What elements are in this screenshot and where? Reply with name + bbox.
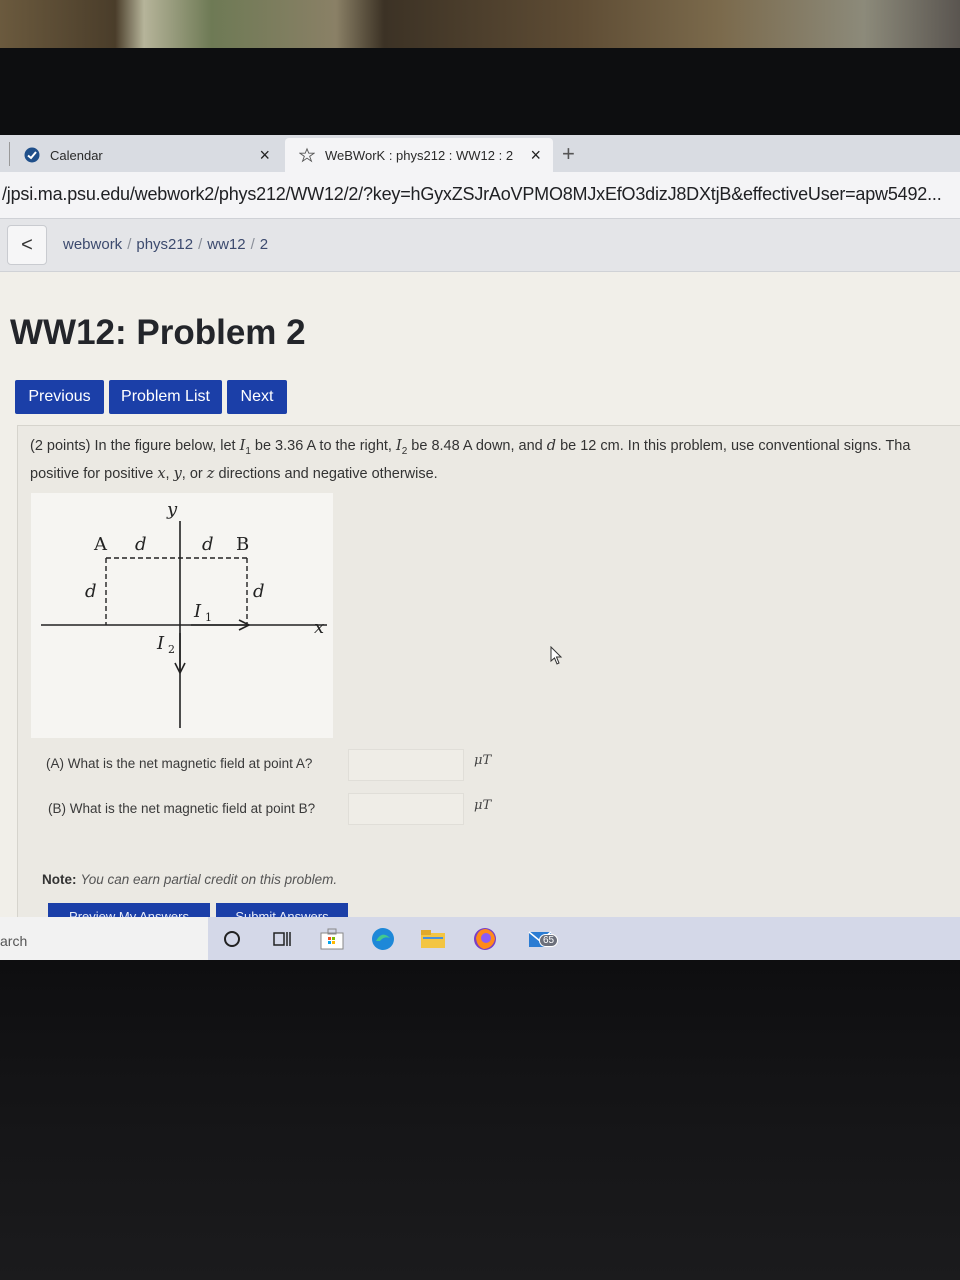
page-title: WW12: Problem 2 [10,313,306,352]
point-a-label: A [93,534,108,555]
store-icon[interactable] [319,926,345,952]
breadcrumb-item-webwork[interactable]: webwork [63,236,122,253]
laptop-bezel [0,48,960,135]
breadcrumb-item-phys212[interactable]: phys212 [136,236,193,253]
answer-b-input[interactable] [348,793,464,825]
next-button[interactable]: Next [227,380,287,414]
y-axis-label: y [166,499,178,520]
i2-subscript: 2 [168,643,175,656]
address-bar[interactable]: /jpsi.ma.psu.edu/webwork2/phys212/WW12/2… [0,172,960,219]
breadcrumb-item-problem: 2 [259,236,269,253]
firefox-icon[interactable] [472,926,498,952]
tab-title: WeBWorK : phys212 : WW12 : 2 [325,147,514,163]
breadcrumb-separator: / [250,236,255,253]
problem-figure: y x A d d B d d I 1 I 2 [31,493,333,738]
problem-statement: (2 points) In the figure below, let I1 b… [30,435,960,485]
edge-icon[interactable] [370,926,396,952]
d-label-top-right: d [202,534,214,555]
back-button[interactable]: < [7,225,47,265]
breadcrumb-bar: < webwork / phys212/ww12/2 [0,219,960,272]
question-a-label: (A) What is the net magnetic field at po… [46,756,313,771]
mail-icon[interactable]: 65 [523,926,559,952]
problem-line-1: (2 points) In the figure below, let I1 b… [30,438,911,457]
tab-calendar[interactable]: Calendar × [9,138,282,172]
note-body: You can earn partial credit on this prob… [80,872,338,887]
d-label-right: d [253,581,265,602]
new-tab-icon[interactable]: + [562,141,575,167]
breadcrumb: webwork / phys212/ww12/2 [63,236,268,253]
calendar-favicon-icon [24,147,40,163]
i1-label: I [193,601,202,622]
breadcrumb-separator: / [198,236,203,253]
point-b-label: B [236,534,249,555]
answer-a-unit: μT [474,753,492,768]
breadcrumb-item-ww12[interactable]: ww12 [207,236,245,253]
tab-strip: Calendar × WeBWorK : phys212 : WW12 : 2 … [0,135,960,172]
i2-label: I [156,633,165,654]
taskbar-search-text: arch [0,933,28,949]
webwork-favicon-icon [299,147,315,163]
breadcrumb-separator: / [127,236,132,253]
taskbar-search-box[interactable]: arch [0,917,208,960]
mouse-cursor-icon [550,645,566,671]
laptop-bottom-bezel [0,960,960,1280]
x-axis-label: x [314,617,324,638]
url-text[interactable]: /jpsi.ma.psu.edu/webwork2/phys212/WW12/2… [2,184,942,205]
partial-credit-note: Note: You can earn partial credit on this… [42,872,337,887]
cortana-icon[interactable] [219,926,245,952]
tab-close-icon[interactable]: × [530,145,541,166]
task-view-icon[interactable] [269,926,295,952]
browser-window: Calendar × WeBWorK : phys212 : WW12 : 2 … [0,135,960,960]
i1-subscript: 1 [205,611,212,624]
wire-diagram: y x A d d B d d I 1 I 2 [41,499,327,728]
background-photo [0,0,960,48]
problem-list-button[interactable]: Problem List [109,380,222,414]
d-label-left: d [85,581,97,602]
question-b-label: (B) What is the net magnetic field at po… [48,801,316,816]
previous-button[interactable]: Previous [15,380,104,414]
mail-badge: 65 [539,934,559,947]
windows-taskbar: arch 65 [0,917,960,960]
problem-line-2: positive for positive x, y, or z directi… [30,465,438,482]
d-label-top-left: d [135,534,147,555]
answer-b-unit: μT [474,798,492,813]
file-explorer-icon[interactable] [420,926,446,952]
tab-webwork[interactable]: WeBWorK : phys212 : WW12 : 2 × [285,138,553,172]
tab-close-icon[interactable]: × [259,145,270,166]
answer-a-input[interactable] [348,749,464,781]
tab-divider [9,142,10,166]
note-label: Note: [42,872,77,887]
tab-title: Calendar [50,147,103,163]
